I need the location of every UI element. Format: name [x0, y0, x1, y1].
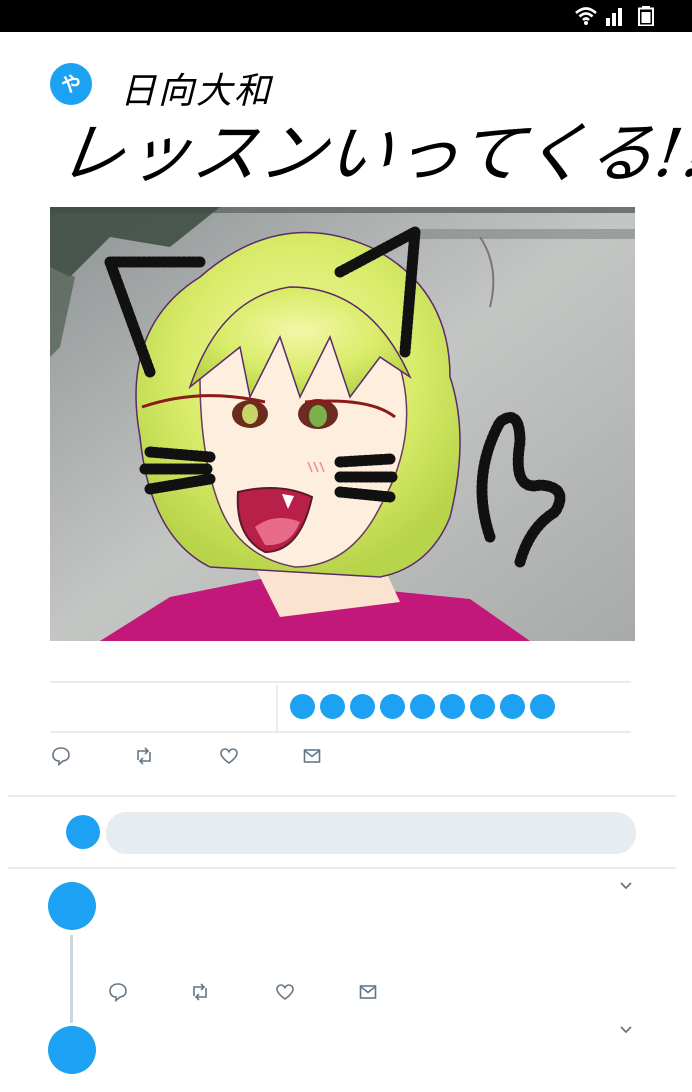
divider: [8, 795, 676, 797]
dm-icon[interactable]: [301, 745, 323, 767]
stats-divider: [276, 685, 278, 731]
chevron-down-icon[interactable]: [618, 1024, 634, 1036]
liker-avatar[interactable]: [410, 694, 435, 719]
reply-input[interactable]: [106, 812, 636, 854]
divider: [50, 731, 631, 733]
reply-icon[interactable]: [50, 745, 72, 767]
like-icon[interactable]: [218, 745, 240, 767]
like-icon[interactable]: [274, 981, 296, 1003]
divider: [8, 867, 676, 869]
battery-icon: [638, 6, 654, 26]
reply-avatar[interactable]: [48, 882, 96, 930]
status-bar: [0, 0, 692, 32]
divider: [50, 681, 631, 683]
likers-avatars[interactable]: [290, 694, 560, 722]
thread-connector: [70, 935, 73, 1023]
liker-avatar[interactable]: [380, 694, 405, 719]
liker-avatar[interactable]: [470, 694, 495, 719]
liker-avatar[interactable]: [320, 694, 345, 719]
retweet-icon[interactable]: [189, 981, 211, 1003]
current-user-avatar[interactable]: [66, 815, 100, 849]
author-avatar[interactable]: や: [50, 63, 92, 105]
liker-avatar[interactable]: [530, 694, 555, 719]
liker-avatar[interactable]: [350, 694, 375, 719]
liker-avatar[interactable]: [440, 694, 465, 719]
retweet-icon[interactable]: [133, 745, 155, 767]
reply-icon[interactable]: [107, 981, 129, 1003]
tweet-text: レッスンいってくる!!!: [53, 115, 692, 192]
reply-avatar[interactable]: [48, 1026, 96, 1074]
liker-avatar[interactable]: [290, 694, 315, 719]
chevron-down-icon[interactable]: [618, 880, 634, 892]
signal-icon: [606, 8, 622, 26]
tweet-image[interactable]: [50, 207, 635, 641]
dm-icon[interactable]: [357, 981, 379, 1003]
character-illustration: [50, 207, 635, 641]
liker-avatar[interactable]: [500, 694, 525, 719]
wifi-icon: [575, 7, 597, 25]
